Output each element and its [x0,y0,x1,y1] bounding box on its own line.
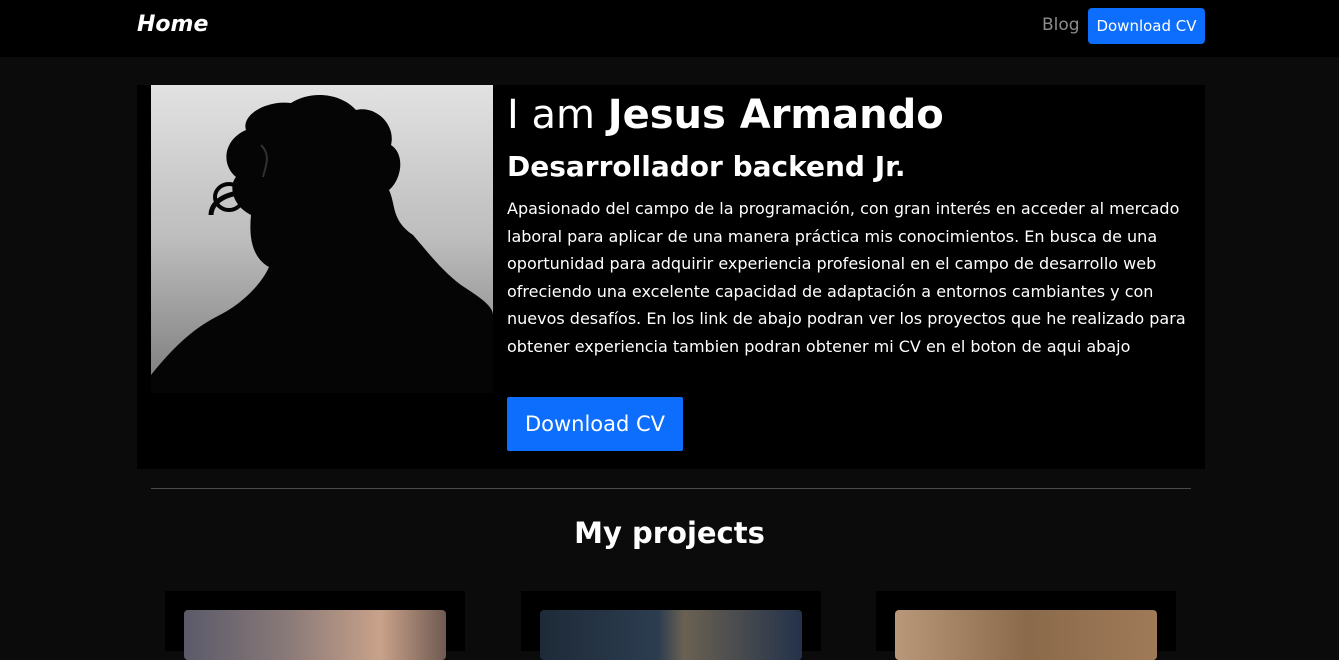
project-thumbnail[interactable] [540,610,802,660]
hero-download-cv-button[interactable]: Download CV [507,397,683,451]
hero-section: I am Jesus Armando Desarrollador backend… [137,85,1205,469]
brand-home-link[interactable]: Home [137,12,208,37]
project-thumbnail[interactable] [895,610,1157,660]
nav-link-blog[interactable]: Blog [1042,15,1080,35]
intro-role: Desarrollador backend Jr. [507,150,906,183]
profile-photo [151,85,493,393]
intro-bio: Apasionado del campo de la programación,… [507,199,1186,356]
intro-name: Jesus Armando [607,92,944,138]
section-divider [151,488,1191,489]
navbar: Home Blog Download CV [0,0,1339,57]
project-card[interactable] [876,591,1176,660]
intro-title: I am Jesus Armando [507,87,1197,143]
projects-heading: My projects [574,516,765,550]
project-thumbnail[interactable] [184,610,446,660]
intro-prefix: I am [507,92,595,138]
project-card[interactable] [521,591,821,660]
project-card[interactable] [165,591,465,660]
intro-block: I am Jesus Armando Desarrollador backend… [507,87,1197,360]
nav-download-cv-button[interactable]: Download CV [1088,8,1205,44]
